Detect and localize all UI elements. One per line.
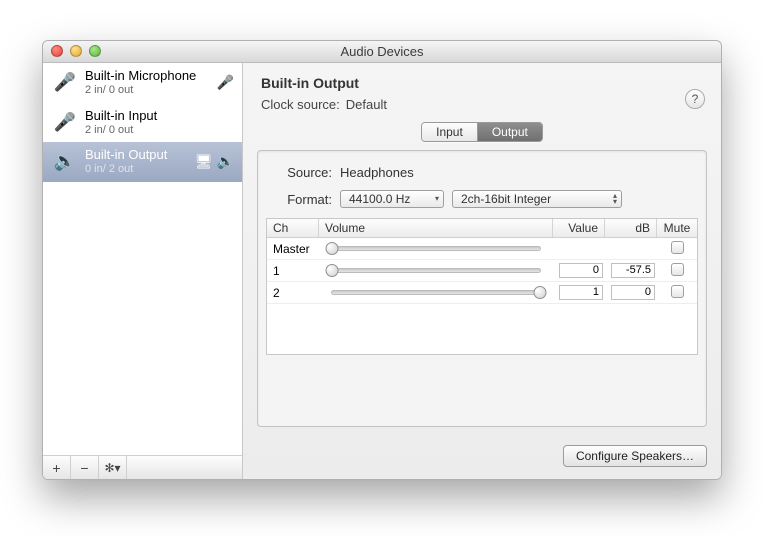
col-mute[interactable]: Mute <box>657 219 697 237</box>
channel-name: Master <box>267 241 319 257</box>
channel-name: 2 <box>267 285 319 301</box>
device-list: 🎤 Built-in Microphone 2 in/ 0 out 🎤 🎤 Bu… <box>43 63 242 455</box>
microphone-icon: 🎤 <box>53 112 77 133</box>
chevron-updown-icon: ▴▾ <box>613 193 617 205</box>
minimize-button[interactable] <box>70 45 82 57</box>
bit-depth-dropdown[interactable]: 2ch-16bit Integer ▴▾ <box>452 190 622 208</box>
microphone-icon: 🎤 <box>53 72 77 93</box>
audio-devices-window: Audio Devices 🎤 Built-in Microphone 2 in… <box>42 40 722 480</box>
configure-speakers-button[interactable]: Configure Speakers… <box>563 445 707 467</box>
channel-row-1: 1 0 -57.5 <box>267 260 697 282</box>
col-value[interactable]: Value <box>553 219 605 237</box>
channel-row-2: 2 1 0 <box>267 282 697 304</box>
bit-depth-value: 2ch-16bit Integer <box>461 192 551 206</box>
db-master <box>611 241 655 256</box>
device-row-output[interactable]: 🔈 Built-in Output 0 in/ 2 out 🖥 🔊 <box>43 142 242 182</box>
source-label: Source: <box>272 165 332 180</box>
device-name: Built-in Microphone <box>85 69 209 84</box>
sidebar-toolbar: + − ✻▾ <box>43 455 242 479</box>
help-button[interactable]: ? <box>685 89 705 109</box>
clock-source-label: Clock source: <box>261 97 340 112</box>
speaker-icon: 🔈 <box>53 151 77 172</box>
window-title: Audio Devices <box>43 44 721 59</box>
volume-slider-1[interactable] <box>331 268 541 273</box>
zoom-button[interactable] <box>89 45 101 57</box>
device-channels: 2 in/ 0 out <box>85 84 209 97</box>
close-button[interactable] <box>51 45 63 57</box>
volume-slider-2[interactable] <box>331 290 541 295</box>
window-controls <box>51 45 101 57</box>
device-name: Built-in Output <box>85 148 187 163</box>
volume-slider-master[interactable] <box>331 246 541 251</box>
mute-checkbox-1[interactable] <box>671 263 684 276</box>
clock-source-value: Default <box>346 97 387 112</box>
value-2[interactable]: 1 <box>559 285 603 300</box>
selected-device-title: Built-in Output <box>261 75 703 91</box>
tab-output[interactable]: Output <box>478 123 542 141</box>
col-db[interactable]: dB <box>605 219 657 237</box>
mute-checkbox-master[interactable] <box>671 241 684 254</box>
device-sidebar: 🎤 Built-in Microphone 2 in/ 0 out 🎤 🎤 Bu… <box>43 63 243 479</box>
channel-name: 1 <box>267 263 319 279</box>
col-volume[interactable]: Volume <box>319 219 553 237</box>
mute-checkbox-2[interactable] <box>671 285 684 298</box>
remove-device-button[interactable]: − <box>71 456 99 479</box>
source-value: Headphones <box>340 165 414 180</box>
io-tabs: Input Output <box>421 122 543 142</box>
sample-rate-dropdown[interactable]: 44100.0 Hz ▾ <box>340 190 444 208</box>
device-channels: 0 in/ 2 out <box>85 163 187 176</box>
output-panel: Source: Headphones Format: 44100.0 Hz ▾ … <box>257 150 707 427</box>
device-name: Built-in Input <box>85 109 226 124</box>
device-row-microphone[interactable]: 🎤 Built-in Microphone 2 in/ 0 out 🎤 <box>43 63 242 103</box>
device-channels: 2 in/ 0 out <box>85 124 226 137</box>
device-row-input[interactable]: 🎤 Built-in Input 2 in/ 0 out <box>43 103 242 143</box>
titlebar[interactable]: Audio Devices <box>43 41 721 63</box>
value-master <box>559 241 603 256</box>
default-input-icon: 🎤 <box>217 74 234 91</box>
chevron-down-icon: ▾ <box>435 196 439 202</box>
value-1[interactable]: 0 <box>559 263 603 278</box>
channel-table: Ch Volume Value dB Mute Master <box>266 218 698 355</box>
db-2[interactable]: 0 <box>611 285 655 300</box>
col-channel[interactable]: Ch <box>267 219 319 237</box>
channel-row-master: Master <box>267 238 697 260</box>
default-output-icon: 🖥 🔊 <box>195 153 234 170</box>
format-label: Format: <box>272 192 332 207</box>
action-menu-button[interactable]: ✻▾ <box>99 456 127 479</box>
main-pane: Built-in Output Clock source: Default ? … <box>243 63 721 479</box>
db-1[interactable]: -57.5 <box>611 263 655 278</box>
sample-rate-value: 44100.0 Hz <box>349 192 410 206</box>
add-device-button[interactable]: + <box>43 456 71 479</box>
tab-input[interactable]: Input <box>422 123 478 141</box>
